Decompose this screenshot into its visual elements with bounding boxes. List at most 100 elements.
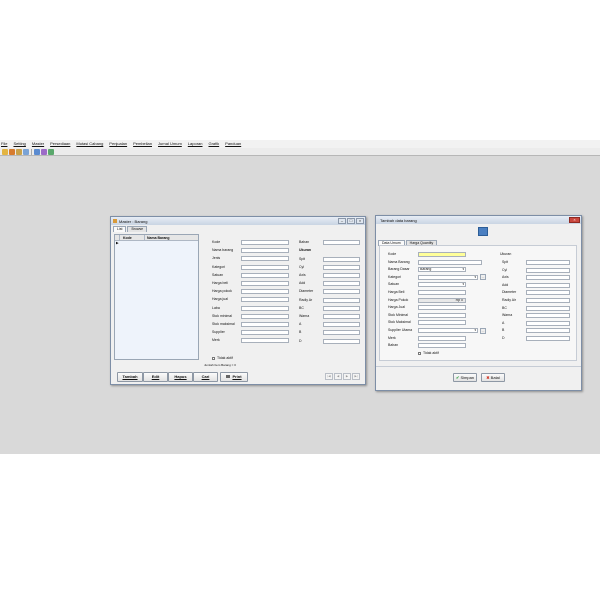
diameter-field[interactable] <box>323 289 360 295</box>
d-field[interactable] <box>526 336 570 341</box>
tambah-button[interactable]: Tambah <box>117 372 143 382</box>
harga-jual-field[interactable] <box>241 297 289 303</box>
axis-field[interactable] <box>323 272 360 278</box>
menu-mutasi-cabang[interactable]: Mutasi Cabang <box>76 140 103 148</box>
kode-field[interactable] <box>241 240 289 245</box>
supplier-field[interactable] <box>241 330 289 336</box>
menu-jurnal-umum[interactable]: Jurnal Umum <box>158 140 182 148</box>
last-record-button[interactable]: ▶| <box>352 373 360 380</box>
prev-record-button[interactable]: ◀ <box>334 373 342 380</box>
minimize-button[interactable]: – <box>338 218 346 224</box>
next-record-button[interactable]: ▶ <box>343 373 351 380</box>
menu-pembelian[interactable]: Pembelian <box>133 140 152 148</box>
tab-browse[interactable]: Browse <box>127 226 148 232</box>
stok-minimal-field[interactable] <box>241 313 289 319</box>
nama-barang-field[interactable] <box>241 248 289 254</box>
edit-icon[interactable] <box>23 148 29 155</box>
edit-button[interactable]: Edit <box>143 372 168 382</box>
check-icon: ✔ <box>455 375 460 380</box>
harga-pokok-field[interactable]: Rp 0 <box>418 297 466 303</box>
table-row[interactable]: ▶ <box>115 241 198 246</box>
chevron-down-icon[interactable]: ▾ <box>474 329 476 332</box>
report-icon[interactable] <box>48 148 54 155</box>
menu-setting[interactable]: Setting <box>13 140 25 148</box>
close-button[interactable]: × <box>356 218 364 224</box>
menu-penjualan[interactable]: Penjualan <box>109 140 127 148</box>
hapus-button[interactable]: Hapus <box>168 372 193 382</box>
label-stok-minimal: Stok Minimal <box>388 312 409 317</box>
harga-beli-field[interactable] <box>241 281 289 286</box>
tidak-aktif-checkbox[interactable] <box>212 357 215 360</box>
first-record-button[interactable]: |◀ <box>325 373 333 380</box>
diameter-field[interactable] <box>526 290 570 296</box>
laba-field[interactable] <box>241 305 289 311</box>
cari-button[interactable]: Cari <box>193 372 218 382</box>
supplier-utama-field[interactable]: ▾ <box>418 328 478 333</box>
b-field[interactable] <box>526 328 570 334</box>
d-field[interactable] <box>323 338 360 344</box>
warna-field[interactable] <box>323 313 360 319</box>
cyl-field[interactable] <box>526 267 570 273</box>
add-kategori-button[interactable]: … <box>480 274 486 281</box>
radiy-ar-field[interactable] <box>323 297 360 303</box>
bc-field[interactable] <box>323 305 360 311</box>
axis-field[interactable] <box>526 275 570 281</box>
chart-icon[interactable] <box>41 148 47 155</box>
menu-file[interactable]: File <box>1 140 7 148</box>
briefcase-icon[interactable] <box>16 148 22 155</box>
folder-icon[interactable] <box>2 148 8 155</box>
tidak-aktif-checkbox[interactable] <box>418 352 421 355</box>
kategori-field[interactable] <box>241 264 289 270</box>
simpan-button[interactable]: ✔ Simpan <box>453 373 477 382</box>
bahan-field[interactable] <box>323 240 360 245</box>
satuan-field[interactable] <box>241 272 289 278</box>
master-titlebar: Master : Barang – □ × <box>111 217 365 225</box>
product-icon <box>478 227 488 236</box>
spit-field[interactable] <box>323 256 360 262</box>
bahan-field[interactable] <box>418 343 466 349</box>
menu-grafik[interactable]: Grafik <box>208 140 219 148</box>
add-supplier-utama-button[interactable]: … <box>480 327 486 334</box>
harga-jual-field[interactable] <box>418 305 466 311</box>
chevron-down-icon[interactable]: ▾ <box>462 283 464 286</box>
jenis-field[interactable] <box>241 256 289 262</box>
kode-field[interactable] <box>418 252 466 257</box>
stok-maksimal-field[interactable] <box>418 320 466 326</box>
bc-field[interactable] <box>526 305 570 311</box>
barang-dasar-field[interactable]: Barang ▾ <box>418 267 466 273</box>
stok-maksimal-field[interactable] <box>241 322 289 327</box>
barang-grid[interactable]: Kode Nama Barang ▶ <box>114 234 199 360</box>
batal-button[interactable]: ✖ Batal <box>481 373 505 382</box>
column-kode[interactable]: Kode <box>120 235 145 240</box>
radiy-air-field[interactable] <box>526 298 570 303</box>
open-icon[interactable] <box>9 148 15 155</box>
add-field[interactable] <box>526 282 570 288</box>
kategori-field[interactable]: ▾ <box>418 274 478 280</box>
users-icon[interactable] <box>34 148 40 155</box>
spit-field[interactable] <box>526 260 570 265</box>
menu-master[interactable]: Master <box>32 140 44 148</box>
maximize-button[interactable]: □ <box>347 218 355 224</box>
menu-panduan[interactable]: Panduan <box>225 140 241 148</box>
chevron-down-icon[interactable]: ▾ <box>474 276 476 279</box>
cyl-field[interactable] <box>323 264 360 270</box>
warna-field[interactable] <box>526 313 570 319</box>
a-field[interactable] <box>323 322 360 328</box>
harga-pokok-field[interactable] <box>241 289 289 295</box>
close-button[interactable]: × <box>569 217 580 223</box>
column-nama-barang[interactable]: Nama Barang <box>145 235 198 240</box>
harga-beli-field[interactable] <box>418 290 466 295</box>
add-field[interactable] <box>323 281 360 287</box>
merk-field[interactable] <box>241 338 289 344</box>
menu-laporan[interactable]: Laporan <box>188 140 203 148</box>
b-field[interactable] <box>323 330 360 336</box>
a-field[interactable] <box>526 320 570 326</box>
chevron-down-icon[interactable]: ▾ <box>462 268 464 271</box>
satuan-field[interactable]: ▾ <box>418 282 466 288</box>
stok-minimal-field[interactable] <box>418 312 466 318</box>
print-button[interactable]: Print <box>220 372 248 382</box>
merk-field[interactable] <box>418 335 466 341</box>
tab-list[interactable]: List <box>113 226 127 232</box>
menu-persediaan[interactable]: Persediaan <box>50 140 70 148</box>
nama-barang-field[interactable] <box>418 259 482 265</box>
